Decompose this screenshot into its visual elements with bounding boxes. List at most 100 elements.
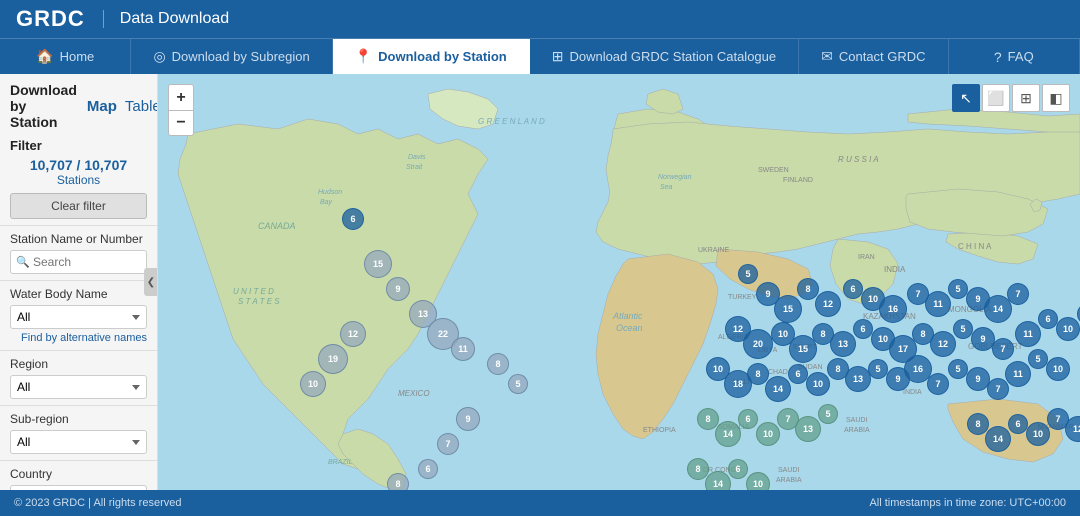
svg-text:TURKEY: TURKEY <box>728 294 757 301</box>
map-area[interactable]: + − ↖ ⬜ ⊞ ◧ <box>158 74 1080 490</box>
svg-text:SAUDI: SAUDI <box>846 417 867 424</box>
svg-text:INDIA: INDIA <box>884 265 906 274</box>
sidebar-title: Download by Station <box>10 82 77 130</box>
svg-text:IRAN: IRAN <box>858 254 875 261</box>
svg-text:Bay: Bay <box>320 199 333 206</box>
station-count: 10,707 / 10,707 Stations <box>10 157 147 187</box>
svg-text:MYANMAR: MYANMAR <box>1038 424 1073 431</box>
sidebar: Download by Station Map Table Filter 10,… <box>0 74 158 490</box>
svg-text:CHAD: CHAD <box>768 369 788 376</box>
svg-text:S T A T E S: S T A T E S <box>238 297 280 306</box>
app-title: Data Download <box>103 10 229 28</box>
svg-text:R U S S I A: R U S S I A <box>838 155 879 164</box>
nav-station[interactable]: 📍 Download by Station <box>333 39 530 74</box>
region-select[interactable]: All <box>10 375 147 399</box>
app-footer: © 2023 GRDC | All rights reserved All ti… <box>0 490 1080 516</box>
nav-subregion-label: Download by Subregion <box>172 49 310 64</box>
grid-view-button[interactable]: ⊞ <box>1012 84 1040 112</box>
nav-contact-label: Contact GRDC <box>839 49 926 64</box>
map-zoom-controls: + − <box>168 84 194 136</box>
svg-text:LIBYA: LIBYA <box>758 347 778 354</box>
station-name-label: Station Name or Number <box>10 232 147 246</box>
nav-catalogue[interactable]: ⊞ Download GRDC Station Catalogue <box>530 39 799 74</box>
subregion-icon: ◎ <box>153 48 165 65</box>
svg-text:SUDAN: SUDAN <box>798 364 823 371</box>
svg-text:Ocean: Ocean <box>616 323 643 333</box>
footer-copyright: © 2023 GRDC | All rights reserved <box>14 497 181 509</box>
search-input[interactable] <box>10 250 147 274</box>
catalogue-icon: ⊞ <box>552 48 564 65</box>
svg-text:CANADA: CANADA <box>258 221 296 231</box>
search-wrap: 🔍 <box>10 250 147 274</box>
svg-text:INDIA: INDIA <box>903 389 922 396</box>
sidebar-collapse-button[interactable]: ❮ <box>144 268 158 296</box>
svg-text:Sea: Sea <box>660 184 673 191</box>
water-body-select[interactable]: All <box>10 305 147 329</box>
svg-text:BRAZIL: BRAZIL <box>328 459 353 466</box>
home-icon: 🏠 <box>36 48 53 65</box>
svg-text:ARABIA: ARABIA <box>844 427 870 434</box>
subregion-filter: Sub-region All <box>0 406 157 461</box>
svg-text:Hudson: Hudson <box>318 189 342 196</box>
map-tools: ↖ ⬜ ⊞ ◧ <box>952 84 1070 112</box>
svg-text:MALI: MALI <box>733 379 749 386</box>
svg-text:MEXICO: MEXICO <box>398 389 430 398</box>
svg-text:SWEDEN: SWEDEN <box>758 167 789 174</box>
table-view-button[interactable]: Table <box>123 96 158 117</box>
main-content: Download by Station Map Table Filter 10,… <box>0 74 1080 490</box>
nav-home[interactable]: 🏠 Home <box>0 39 131 74</box>
svg-text:SAUDI: SAUDI <box>778 467 799 474</box>
svg-text:GOBI DESERT: GOBI DESERT <box>968 342 1023 351</box>
filter-label: Filter <box>10 138 147 153</box>
svg-text:Atlantic: Atlantic <box>612 311 643 321</box>
country-label: Country <box>10 467 147 481</box>
layer-button[interactable]: ◧ <box>1042 84 1070 112</box>
map-view-button[interactable]: Map <box>85 96 119 117</box>
svg-text:KAZAKHSTAN: KAZAKHSTAN <box>863 312 916 321</box>
world-map: CANADA U N I T E D S T A T E S BRAZIL SW… <box>158 74 1080 490</box>
svg-text:G R E E N L A N D: G R E E N L A N D <box>478 117 545 126</box>
water-body-filter: Water Body Name All Find by alternative … <box>0 281 157 351</box>
nav-faq[interactable]: ? FAQ <box>949 39 1080 74</box>
station-count-total: 10,707 <box>84 157 127 173</box>
svg-text:C H I N A: C H I N A <box>958 242 992 251</box>
nav-catalogue-label: Download GRDC Station Catalogue <box>569 49 776 64</box>
svg-text:FINLAND: FINLAND <box>783 177 813 184</box>
svg-text:U N I T E D: U N I T E D <box>233 287 274 296</box>
select-tool-button[interactable]: ↖ <box>952 84 980 112</box>
station-count-top: 10,707 <box>30 157 73 173</box>
grdc-logo: GRDC <box>16 6 85 32</box>
zoom-out-button[interactable]: − <box>168 110 194 136</box>
svg-text:Strait: Strait <box>406 164 423 171</box>
nav-station-label: Download by Station <box>378 49 507 64</box>
nav-home-label: Home <box>60 49 95 64</box>
subregion-label: Sub-region <box>10 412 147 426</box>
svg-text:ETHIOPIA: ETHIOPIA <box>643 427 676 434</box>
main-nav: 🏠 Home ◎ Download by Subregion 📍 Downloa… <box>0 38 1080 74</box>
nav-subregion[interactable]: ◎ Download by Subregion <box>131 39 332 74</box>
view-toggle: Map Table <box>85 96 158 117</box>
station-icon: 📍 <box>355 48 372 65</box>
contact-icon: ✉ <box>821 48 833 65</box>
clear-filter-button[interactable]: Clear filter <box>10 193 147 219</box>
nav-faq-label: FAQ <box>1008 49 1034 64</box>
footer-timezone: All timestamps in time zone: UTC+00:00 <box>869 497 1066 509</box>
alt-names-link[interactable]: Find by alternative names <box>10 332 147 344</box>
nav-contact[interactable]: ✉ Contact GRDC <box>799 39 948 74</box>
station-label: Stations <box>10 173 147 187</box>
svg-text:UKRAINE: UKRAINE <box>698 247 729 254</box>
svg-text:ALGERIA: ALGERIA <box>718 334 749 341</box>
zoom-in-button[interactable]: + <box>168 84 194 110</box>
app-header: GRDC Data Download <box>0 0 1080 38</box>
water-body-label: Water Body Name <box>10 287 147 301</box>
country-filter: Country All <box>0 461 157 490</box>
sidebar-header: Download by Station Map Table <box>0 74 157 134</box>
region-filter: Region All <box>0 351 157 406</box>
box-select-button[interactable]: ⬜ <box>982 84 1010 112</box>
svg-text:Davis: Davis <box>408 154 426 161</box>
svg-text:MONGOLIA: MONGOLIA <box>948 305 992 314</box>
faq-icon: ? <box>994 49 1002 65</box>
country-select[interactable]: All <box>10 485 147 490</box>
subregion-select[interactable]: All <box>10 430 147 454</box>
station-name-filter: Station Name or Number 🔍 <box>0 226 157 281</box>
